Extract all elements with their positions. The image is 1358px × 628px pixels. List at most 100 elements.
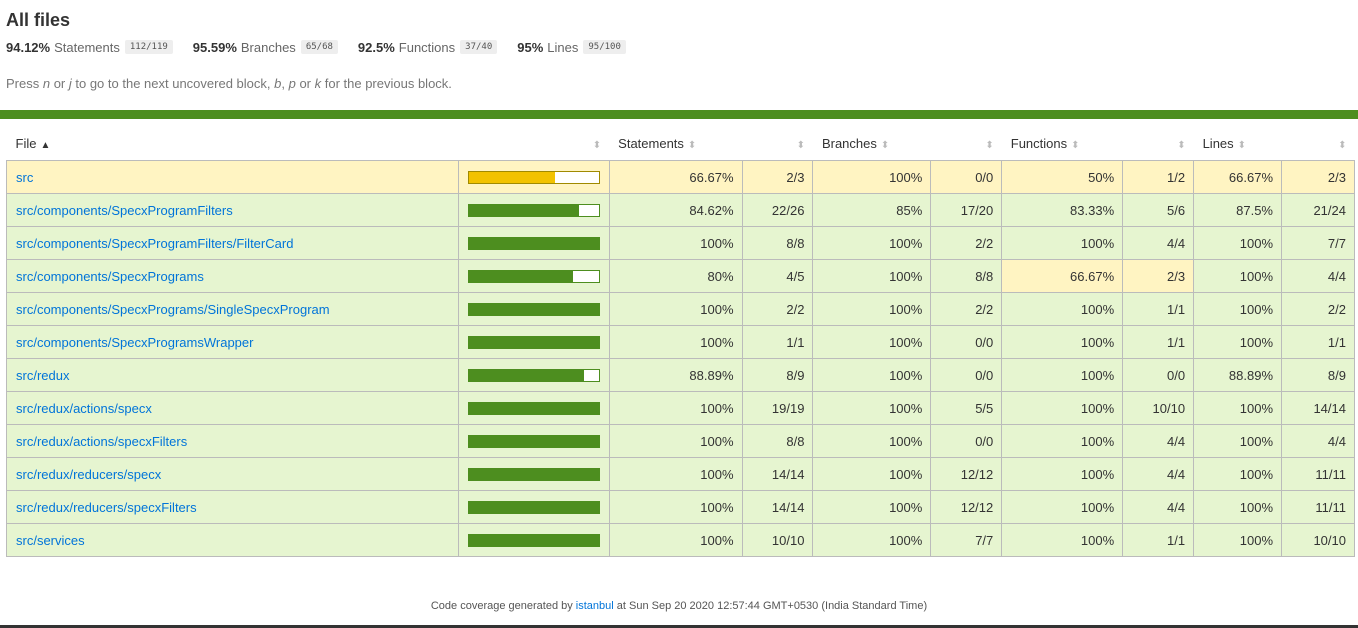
column-header-functions-raw[interactable]: ⬍	[1122, 127, 1194, 161]
lines-fraction: 10/10	[1281, 523, 1355, 557]
statements-pct: 100%	[608, 325, 743, 359]
istanbul-link[interactable]: istanbul	[576, 600, 614, 612]
statements-pct: 88.89%	[608, 358, 743, 392]
file-link[interactable]: src/components/SpecxProgramFilters	[16, 203, 233, 218]
coverage-bar-fill	[468, 204, 579, 216]
branches-pct: 100%	[812, 325, 932, 359]
branches-pct: 100%	[812, 292, 932, 326]
file-link[interactable]: src/redux/actions/specx	[16, 401, 152, 416]
column-header-branches-raw[interactable]: ⬍	[930, 127, 1002, 161]
file-cell: src	[6, 160, 459, 194]
column-header-statements-raw[interactable]: ⬍	[742, 127, 813, 161]
column-header-statements[interactable]: Statements ⬍	[609, 127, 743, 161]
statements-fraction: 8/8	[741, 424, 814, 458]
file-link[interactable]: src/components/SpecxProgramFilters/Filte…	[16, 236, 293, 251]
coverage-bar-fill	[468, 303, 599, 315]
file-cell: src/components/SpecxProgramsWrapper	[6, 325, 459, 359]
functions-fraction: 4/4	[1122, 226, 1195, 260]
table-row: src/components/SpecxProgramFilters 84.62%…	[6, 193, 1355, 227]
file-link[interactable]: src/redux/actions/specxFilters	[16, 434, 187, 449]
functions-pct: 66.67%	[1001, 259, 1124, 293]
coverage-table: File ▲ ⬍ Statements ⬍ ⬍ Branches ⬍ ⬍ Functi…	[6, 127, 1355, 557]
lines-pct: 100%	[1193, 457, 1282, 491]
file-link[interactable]: src/redux	[16, 368, 69, 383]
column-header-lines-raw[interactable]: ⬍	[1281, 127, 1355, 161]
lines-fraction: 2/3	[1281, 160, 1355, 194]
summary-label: Lines	[547, 39, 579, 55]
functions-pct: 100%	[1001, 490, 1124, 524]
file-link[interactable]: src/components/SpecxPrograms	[16, 269, 204, 284]
functions-pct: 100%	[1001, 391, 1124, 425]
status-bar	[0, 110, 1358, 119]
file-link[interactable]: src	[16, 170, 33, 185]
footer: Code coverage generated by istanbul at S…	[430, 600, 928, 612]
lines-fraction: 1/1	[1281, 325, 1355, 359]
coverage-bar	[467, 269, 600, 283]
summary-branches: 95.59% Branches 65/68	[193, 40, 338, 55]
functions-pct: 50%	[1001, 160, 1124, 194]
coverage-bar-fill	[468, 270, 573, 282]
file-cell: src/redux/actions/specx	[6, 391, 459, 425]
summary-pct: 95%	[517, 39, 544, 55]
file-cell: src/redux/reducers/specx	[6, 457, 459, 491]
coverage-chart-cell	[457, 193, 610, 227]
table-row: src 66.67% 2/3 100% 0/0 50% 1/2 66.67% 2/3	[6, 160, 1355, 194]
column-header-branches[interactable]: Branches ⬍	[812, 127, 931, 161]
lines-fraction: 4/4	[1281, 259, 1355, 293]
statements-fraction: 19/19	[741, 391, 814, 425]
lines-fraction: 8/9	[1281, 358, 1355, 392]
coverage-bar-fill	[468, 336, 599, 348]
functions-fraction: 10/10	[1122, 391, 1195, 425]
coverage-bar-fill	[468, 468, 599, 480]
statements-fraction: 8/8	[741, 226, 814, 260]
branches-pct: 100%	[812, 490, 932, 524]
branches-pct: 100%	[812, 457, 932, 491]
column-header-chart[interactable]: ⬍	[458, 127, 610, 161]
sort-icon: ⬍	[985, 140, 994, 151]
column-header-file[interactable]: File ▲	[6, 127, 459, 161]
statements-fraction: 14/14	[741, 490, 814, 524]
summary-label: Branches	[240, 39, 296, 55]
table-row: src/redux/actions/specxFilters 100% 8/8 100…	[6, 424, 1355, 458]
sort-icon: ⬍	[592, 140, 602, 151]
coverage-bar	[467, 368, 600, 382]
file-link[interactable]: src/components/SpecxProgramsWrapper	[16, 335, 253, 350]
branches-pct: 100%	[812, 259, 932, 293]
summary-pct: 95.59%	[192, 39, 237, 55]
functions-fraction: 4/4	[1122, 457, 1195, 491]
functions-pct: 100%	[1001, 424, 1124, 458]
keyboard-hint: Press n or j to go to the next uncovered…	[6, 76, 452, 91]
lines-pct: 100%	[1193, 391, 1282, 425]
file-link[interactable]: src/services	[16, 533, 85, 548]
functions-pct: 100%	[1001, 358, 1124, 392]
coverage-bar	[467, 302, 600, 316]
column-header-lines[interactable]: Lines ⬍	[1193, 127, 1282, 161]
coverage-summary: 94.12% Statements 112/119 95.59% Branche…	[6, 37, 1352, 57]
statements-fraction: 2/3	[741, 160, 814, 194]
column-header-functions[interactable]: Functions ⬍	[1001, 127, 1123, 161]
coverage-bar-fill	[468, 171, 556, 183]
table-row: src/redux 88.89% 8/9 100% 0/0 100% 0/0 88.89% 8/…	[6, 358, 1355, 392]
functions-pct: 100%	[1001, 523, 1124, 557]
coverage-chart-cell	[457, 457, 610, 491]
summary-pct: 94.12%	[6, 39, 51, 55]
statements-pct: 80%	[608, 259, 743, 293]
coverage-bar-fill	[468, 435, 599, 447]
branches-fraction: 2/2	[930, 292, 1003, 326]
functions-fraction: 4/4	[1122, 424, 1195, 458]
lines-fraction: 2/2	[1281, 292, 1355, 326]
statements-pct: 66.67%	[608, 160, 743, 194]
branches-fraction: 8/8	[930, 259, 1003, 293]
sort-icon: ⬍	[796, 140, 805, 151]
file-link[interactable]: src/redux/reducers/specx	[16, 467, 161, 482]
sort-icon: ⬍	[880, 140, 890, 151]
statements-fraction: 10/10	[741, 523, 814, 557]
branches-fraction: 0/0	[930, 160, 1003, 194]
functions-fraction: 0/0	[1122, 358, 1195, 392]
coverage-chart-cell	[457, 160, 610, 194]
branches-fraction: 0/0	[930, 358, 1003, 392]
coverage-bar	[467, 401, 600, 415]
file-cell: src/components/SpecxPrograms	[6, 259, 459, 293]
file-link[interactable]: src/components/SpecxPrograms/SingleSpecx…	[16, 302, 330, 317]
file-link[interactable]: src/redux/reducers/specxFilters	[16, 500, 197, 515]
